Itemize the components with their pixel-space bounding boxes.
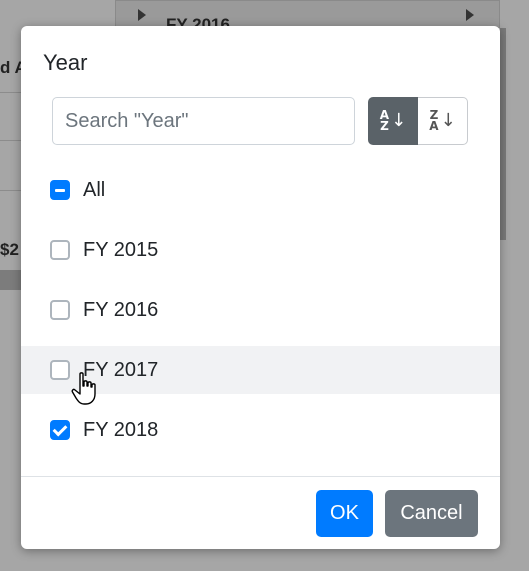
background-strip <box>0 270 22 290</box>
sort-ascending-button[interactable]: A Z ↓ <box>368 97 418 145</box>
checkbox[interactable] <box>50 300 70 320</box>
background-row-line <box>0 190 22 191</box>
cancel-button[interactable]: Cancel <box>385 490 478 537</box>
checkbox-checked[interactable] <box>50 420 70 440</box>
checkbox[interactable] <box>50 360 70 380</box>
ok-button[interactable]: OK <box>316 490 373 537</box>
list-item-fy-2015[interactable]: FY 2015 <box>21 220 500 280</box>
checkbox[interactable] <box>50 240 70 260</box>
list-item-label: FY 2015 <box>83 238 159 261</box>
list-item-fy-2018[interactable]: FY 2018 <box>21 400 500 460</box>
dialog-footer: OK Cancel <box>21 476 500 549</box>
sort-letter-bottom: Z <box>380 119 389 133</box>
sort-descending-button[interactable]: Z A ↓ <box>418 97 468 145</box>
background-row-line <box>0 92 22 93</box>
list-item-fy-2016[interactable]: FY 2016 <box>21 280 500 340</box>
expand-arrow-icon <box>466 9 474 21</box>
list-item-label: All <box>83 178 106 201</box>
list-item-label: FY 2016 <box>83 298 159 321</box>
background-column-header: FY 2016 <box>115 0 500 34</box>
list-item-all[interactable]: All <box>21 160 500 220</box>
sort-button-group: A Z ↓ Z A ↓ <box>368 97 468 145</box>
expand-arrow-icon <box>138 9 146 21</box>
sort-letter-bottom: A <box>429 119 439 133</box>
background-row-line <box>0 140 22 141</box>
dialog-title: Year <box>43 50 88 75</box>
search-input[interactable] <box>52 97 355 145</box>
background-cell-text: $2 <box>0 240 19 259</box>
list-item-label: FY 2018 <box>83 418 159 441</box>
sort-a-z-icon: A Z ↓ <box>379 108 407 133</box>
year-filter-dialog: Year A Z ↓ Z A ↓ All <box>21 26 500 549</box>
filter-value-list: All FY 2015 FY 2016 FY 2017 FY 2018 <box>21 160 500 460</box>
sort-z-a-icon: Z A ↓ <box>429 108 456 133</box>
background-scrollbar <box>500 28 506 240</box>
checkbox-indeterminate[interactable] <box>50 180 70 200</box>
hand-pointer-cursor-icon <box>71 372 96 405</box>
